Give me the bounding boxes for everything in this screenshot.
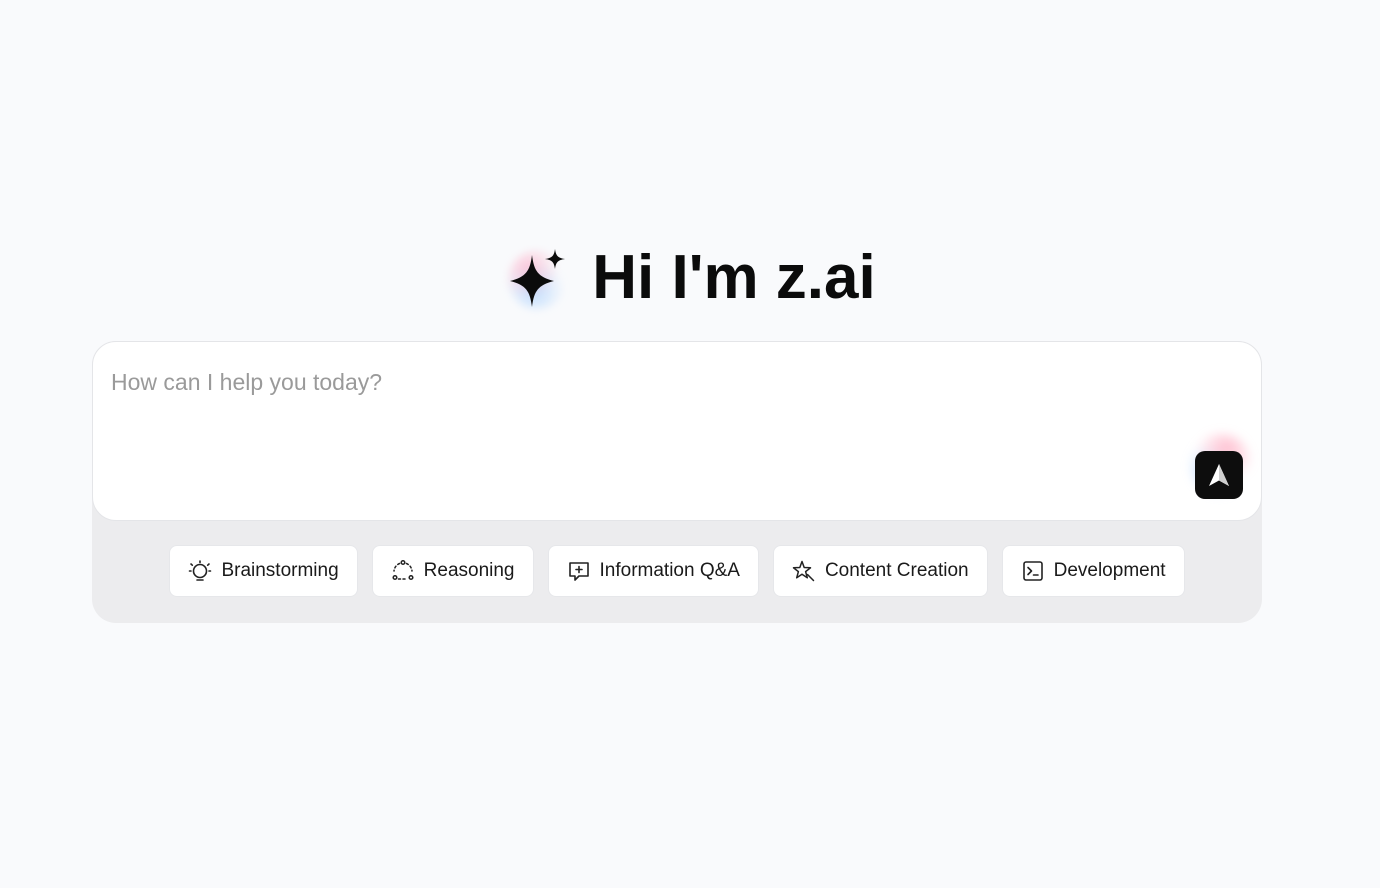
chip-reasoning[interactable]: Reasoning [371, 545, 534, 597]
page-title: Hi I'm z.ai [592, 243, 876, 312]
page: Hi I'm z.ai How can I help you today? Br… [0, 0, 1380, 888]
terminal-icon [1021, 559, 1045, 583]
chat-plus-icon [567, 559, 591, 583]
chip-content-creation[interactable]: Content Creation [772, 545, 988, 597]
chip-label: Information Q&A [599, 560, 740, 581]
chip-brainstorming[interactable]: Brainstorming [169, 545, 358, 597]
send-arrow-icon [1209, 464, 1229, 486]
suggestion-chips: Brainstorming Reasoning Information Q&A … [92, 545, 1262, 599]
prompt-card [92, 341, 1262, 521]
send-button[interactable] [1195, 451, 1243, 499]
sparkle-icon [504, 245, 570, 311]
pen-sparkle-icon [792, 559, 816, 583]
lightbulb-icon [188, 559, 212, 583]
prompt-input[interactable] [111, 362, 1171, 402]
chip-label: Development [1053, 560, 1166, 581]
chip-label: Content Creation [824, 560, 969, 581]
chip-development[interactable]: Development [1001, 545, 1185, 597]
reasoning-icon [391, 559, 415, 583]
composer: Brainstorming Reasoning [92, 341, 1262, 623]
chip-label: Reasoning [423, 560, 515, 581]
hero-header: Hi I'm z.ai [0, 240, 1380, 316]
chip-label: Brainstorming [221, 560, 339, 581]
chip-information-qa[interactable]: Information Q&A [547, 545, 759, 597]
